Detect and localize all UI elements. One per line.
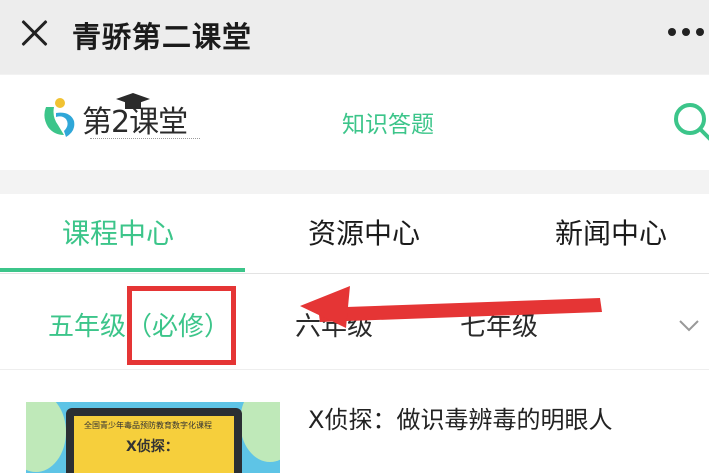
red-highlight-box xyxy=(127,286,236,365)
search-icon[interactable] xyxy=(668,97,709,147)
thumbnail-title: X侦探： xyxy=(126,439,179,455)
tab-bar: 课程中心 资源中心 新闻中心 xyxy=(0,194,709,274)
tab-resource-center[interactable]: 资源中心 xyxy=(308,212,420,252)
course-thumbnail[interactable]: 全国青少年毒品预防教育数字化课程 X侦探： xyxy=(26,402,280,473)
tab-course-center[interactable]: 课程中心 xyxy=(62,212,174,252)
title-bar: 青骄第二课堂 xyxy=(0,0,709,74)
chevron-down-icon[interactable] xyxy=(678,314,700,336)
site-logo[interactable]: 第2课堂 xyxy=(40,93,210,151)
leaf-decoration xyxy=(240,402,280,462)
section-gap xyxy=(0,170,709,194)
logo-badge-icon xyxy=(44,98,75,137)
course-title[interactable]: X侦探：做识毒辨毒的明眼人 xyxy=(308,400,612,435)
nav-link-quiz[interactable]: 知识答题 xyxy=(342,105,434,139)
grade-item-sixth[interactable]: 六年级 xyxy=(295,306,373,343)
close-icon[interactable] xyxy=(18,16,52,50)
window-title: 青骄第二课堂 xyxy=(72,20,253,54)
thumbnail-caption: 全国青少年毒品预防教育数字化课程 xyxy=(84,421,212,430)
site-header: 第2课堂 知识答题 xyxy=(0,75,709,170)
active-tab-indicator xyxy=(0,268,245,272)
logo-tagline-line xyxy=(90,138,200,141)
tab-news-center[interactable]: 新闻中心 xyxy=(555,212,667,252)
grade-selector: 五年级（必修） 六年级 七年级 xyxy=(0,274,709,370)
more-dots-icon[interactable] xyxy=(668,28,709,40)
mortarboard-icon xyxy=(116,93,150,109)
leaf-decoration xyxy=(26,402,66,472)
grade-item-seventh[interactable]: 七年级 xyxy=(460,306,538,343)
course-card[interactable]: 全国青少年毒品预防教育数字化课程 X侦探： X侦探：做识毒辨毒的明眼人 xyxy=(0,370,709,473)
